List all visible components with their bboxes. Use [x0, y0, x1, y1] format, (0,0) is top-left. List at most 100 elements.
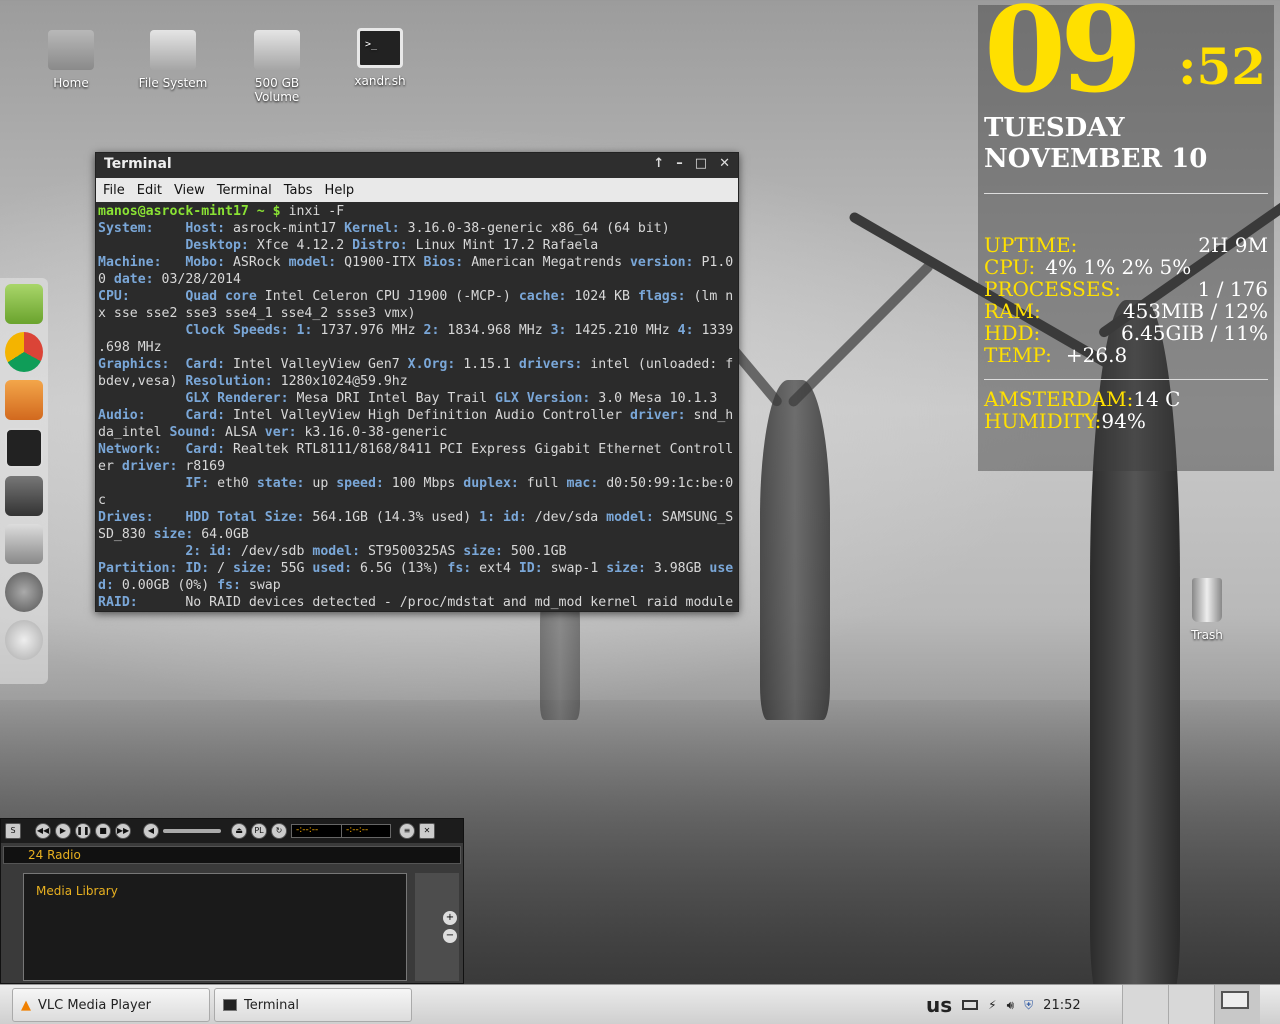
output-key: cache: — [518, 289, 575, 304]
output-key: driver: — [629, 408, 694, 423]
output-key: 2: id: — [185, 544, 241, 559]
conky-system-monitor: 09 :52 TUESDAY NOVEMBER 10 UPTIME: 2H 9M … — [978, 0, 1274, 471]
desktop-icon-500gb-volume[interactable]: 500 GB Volume — [232, 30, 322, 104]
minimize-button[interactable]: – — [676, 156, 683, 171]
menu-view[interactable]: View — [174, 183, 205, 198]
terminal-line: GLX Renderer: Mesa DRI Intel Bay Trail G… — [98, 390, 736, 407]
desktop-icon-home[interactable]: Home — [26, 30, 116, 90]
output-value: 0.00GB (0%) — [121, 578, 218, 593]
playlist-icon[interactable]: PL — [251, 823, 267, 839]
terminal-line: da_intel Sound: ALSA ver: k3.16.0-38-gen… — [98, 424, 736, 441]
terminal-line: 0 date: 03/28/2014 — [98, 271, 736, 288]
menu-file[interactable]: File — [103, 183, 125, 198]
media-library-panel[interactable]: Media Library — [23, 873, 407, 981]
drive-icon[interactable] — [5, 524, 43, 564]
task-button-terminal[interactable]: Terminal — [214, 988, 412, 1022]
volume-slider[interactable] — [163, 829, 221, 833]
task-button-vlc[interactable]: ▲ VLC Media Player — [12, 988, 210, 1022]
system-tray: us ⚡ 🔊︎ ⛨ 21:52 — [926, 985, 1081, 1024]
volume-icon[interactable]: 🔊︎ — [1007, 998, 1015, 1013]
repeat-icon[interactable]: ↻ — [271, 823, 287, 839]
ram-value: 453MIB / 12% — [1122, 299, 1268, 323]
add-icon[interactable]: + — [443, 911, 457, 925]
processes-row: PROCESSES: 1 / 176 — [984, 277, 1268, 301]
humidity-label: HUMIDITY: — [984, 409, 1102, 433]
output-value: 64.0GB — [201, 527, 249, 542]
battery-icon[interactable] — [962, 1000, 979, 1010]
menu-edit[interactable]: Edit — [137, 183, 162, 198]
moon-icon[interactable] — [5, 572, 43, 612]
output-value — [98, 476, 185, 491]
output-value: ext4 — [479, 561, 519, 576]
output-value: SAMSUNG_S — [661, 510, 734, 525]
rewind-icon[interactable]: ◀◀ — [35, 823, 51, 839]
output-key: speed: — [336, 476, 392, 491]
desktop-icon-xandr-sh[interactable]: >_ xandr.sh — [335, 28, 425, 88]
menu-icon[interactable]: ≡ — [399, 823, 415, 839]
output-value: 1339 — [701, 323, 734, 338]
terminal-icon[interactable] — [5, 428, 43, 468]
desktop-icon-file-system[interactable]: File System — [128, 30, 218, 90]
terminal-line: System: Host: asrock-mint17 Kernel: 3.16… — [98, 220, 736, 237]
keep-above-button[interactable]: ↑ — [653, 156, 664, 171]
output-key: Distro: — [352, 238, 416, 253]
output-value: swap — [248, 578, 281, 593]
workspace-1[interactable] — [1122, 985, 1168, 1024]
output-key: CPU: — [98, 289, 186, 304]
output-value: asrock-mint17 — [232, 221, 345, 236]
output-key: 3: — [550, 323, 575, 338]
fast-forward-icon[interactable]: ▶▶ — [115, 823, 131, 839]
close-icon[interactable]: ✕ — [419, 823, 435, 839]
terminal-titlebar[interactable]: Terminal ↑ – □ ✕ — [96, 153, 738, 178]
desktop-icon-label: Trash — [1191, 628, 1223, 642]
update-shield-icon[interactable]: ⛨ — [1024, 998, 1033, 1013]
player-side-controls: + − — [415, 873, 459, 981]
remove-icon[interactable]: − — [443, 929, 457, 943]
city-temp: 14 C — [1133, 387, 1181, 411]
terminal-line: Clock Speeds: 1: 1737.976 MHz 2: 1834.96… — [98, 322, 736, 339]
chrome-icon[interactable] — [5, 332, 43, 372]
temp-row: TEMP: +26.8 — [984, 343, 1268, 367]
close-button[interactable]: ✕ — [719, 156, 730, 171]
terminal-output[interactable]: manos@asrock-mint17 ~ $ inxi -F System: H… — [96, 202, 738, 612]
play-icon[interactable]: ▶ — [55, 823, 71, 839]
drive-icon — [254, 30, 300, 70]
video-editor-icon[interactable] — [5, 380, 43, 420]
city-label: AMSTERDAM: — [984, 387, 1134, 411]
volume-icon[interactable]: ◀ — [143, 823, 159, 839]
stop-icon[interactable]: ■ — [95, 823, 111, 839]
screenshot-icon[interactable] — [5, 476, 43, 516]
clock[interactable]: 21:52 — [1043, 998, 1080, 1013]
menu-tabs[interactable]: Tabs — [284, 183, 313, 198]
player-menu-button[interactable]: S — [5, 823, 21, 839]
terminal-window[interactable]: Terminal ↑ – □ ✕ File Edit View Terminal… — [95, 152, 739, 612]
network-icon[interactable]: ⚡ — [988, 998, 996, 1012]
prompt-line: manos@asrock-mint17 ~ $ inxi -F — [98, 203, 736, 220]
desktop-icon-trash[interactable]: Trash — [1172, 578, 1242, 642]
ram-label: RAM: — [984, 299, 1041, 323]
output-value: x sse sse2 sse3 sse4_1 sse4_2 ssse3 vmx) — [98, 306, 416, 321]
output-value: 1280x1024@59.9hz — [280, 374, 408, 389]
terminal-line: Graphics: Card: Intel ValleyView Gen7 X.… — [98, 356, 736, 373]
humidity-value: 94% — [1101, 409, 1146, 433]
date: NOVEMBER 10 — [984, 144, 1208, 174]
linux-mint-menu-icon[interactable] — [5, 284, 43, 324]
tree-trunk — [760, 380, 830, 720]
eject-icon[interactable]: ⏏ — [231, 823, 247, 839]
output-key: size: — [153, 527, 202, 542]
pause-icon[interactable]: ❚❚ — [75, 823, 91, 839]
output-value: 100 Mbps — [391, 476, 464, 491]
output-value: up — [312, 476, 337, 491]
cloud-icon[interactable] — [5, 620, 43, 660]
keyboard-layout[interactable]: us — [926, 993, 952, 1017]
menu-help[interactable]: Help — [325, 183, 355, 198]
maximize-button[interactable]: □ — [695, 156, 707, 171]
ram-row: RAM: 453MIB / 12% — [984, 299, 1268, 323]
workspace-2[interactable] — [1168, 985, 1214, 1024]
output-key: Bios: — [423, 255, 472, 270]
workspace-3[interactable] — [1214, 985, 1260, 1024]
output-value: P1.0 — [701, 255, 734, 270]
menu-terminal[interactable]: Terminal — [217, 183, 272, 198]
temp-value: +26.8 — [1065, 343, 1128, 367]
output-key: model: — [606, 510, 662, 525]
